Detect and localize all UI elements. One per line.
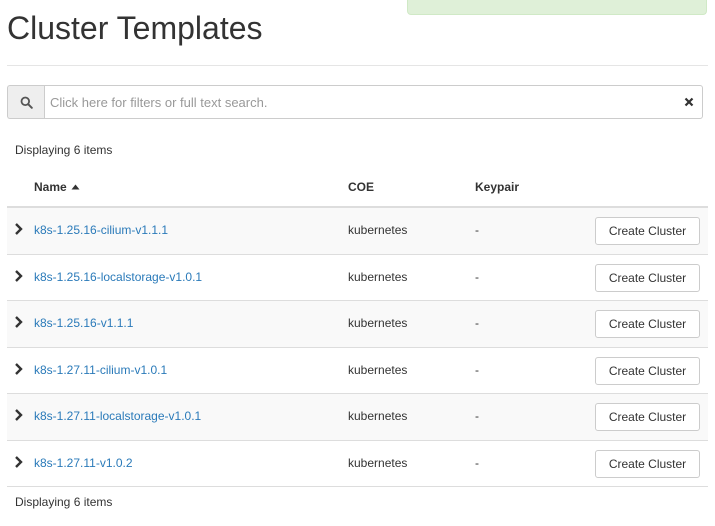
template-name-link[interactable]: k8s-1.27.11-v1.0.2 (34, 456, 133, 470)
cluster-templates-table: k8s-1.25.16-cilium-v1.1.1 kubernetes - C… (7, 208, 708, 487)
chevron-right-icon[interactable] (14, 362, 24, 376)
sort-asc-icon (71, 184, 80, 190)
create-cluster-button[interactable]: Create Cluster (595, 310, 700, 338)
create-cluster-button[interactable]: Create Cluster (595, 217, 700, 245)
search-icon[interactable] (7, 85, 44, 119)
create-cluster-button[interactable]: Create Cluster (595, 263, 700, 292)
template-name-link[interactable]: k8s-1.25.16-v1.1.1 (34, 316, 133, 330)
close-icon[interactable] (682, 95, 696, 109)
page-title: Cluster Templates (7, 10, 263, 46)
create-cluster-button[interactable]: Create Cluster (595, 403, 700, 431)
search-input[interactable] (44, 85, 703, 119)
table-header: Name COE Keypair (7, 167, 708, 208)
template-name-link[interactable]: k8s-1.25.16-localstorage-v1.0.1 (34, 270, 202, 284)
item-count-top: Displaying 6 items (15, 143, 113, 157)
template-name-link[interactable]: k8s-1.27.11-localstorage-v1.0.1 (34, 409, 201, 423)
keypair-cell: - (475, 269, 479, 284)
table-row: k8s-1.27.11-v1.0.2 kubernetes - Create C… (7, 441, 708, 487)
table-row: k8s-1.27.11-cilium-v1.0.1 kubernetes - C… (7, 348, 708, 394)
chevron-right-icon[interactable] (14, 269, 24, 283)
title-divider (7, 65, 708, 66)
keypair-cell: - (475, 409, 479, 423)
coe-cell: kubernetes (348, 409, 408, 423)
table-row: k8s-1.25.16-localstorage-v1.0.1 kubernet… (7, 255, 708, 301)
column-header-coe[interactable]: COE (348, 180, 374, 194)
table-row: k8s-1.27.11-localstorage-v1.0.1 kubernet… (7, 394, 708, 441)
column-header-keypair[interactable]: Keypair (475, 180, 519, 194)
coe-cell: kubernetes (348, 362, 408, 377)
coe-cell: kubernetes (348, 269, 408, 284)
coe-cell: kubernetes (348, 316, 408, 330)
chevron-right-icon[interactable] (14, 315, 24, 329)
coe-cell: kubernetes (348, 223, 408, 237)
success-alert (407, 0, 707, 15)
create-cluster-button[interactable]: Create Cluster (595, 449, 700, 478)
template-name-link[interactable]: k8s-1.25.16-cilium-v1.1.1 (34, 223, 168, 237)
keypair-cell: - (475, 362, 479, 377)
chevron-right-icon[interactable] (14, 408, 24, 422)
search-bar (7, 85, 703, 119)
table-row: k8s-1.25.16-cilium-v1.1.1 kubernetes - C… (7, 208, 708, 255)
table-row: k8s-1.25.16-v1.1.1 kubernetes - Create C… (7, 301, 708, 348)
item-count-bottom: Displaying 6 items (15, 495, 113, 509)
keypair-cell: - (475, 316, 479, 330)
chevron-right-icon[interactable] (14, 455, 24, 469)
chevron-right-icon[interactable] (14, 222, 24, 236)
keypair-cell: - (475, 455, 479, 470)
column-header-name[interactable]: Name (34, 180, 80, 194)
template-name-link[interactable]: k8s-1.27.11-cilium-v1.0.1 (34, 363, 167, 377)
create-cluster-button[interactable]: Create Cluster (595, 356, 700, 385)
keypair-cell: - (475, 223, 479, 237)
column-header-name-label: Name (34, 180, 67, 194)
coe-cell: kubernetes (348, 455, 408, 470)
